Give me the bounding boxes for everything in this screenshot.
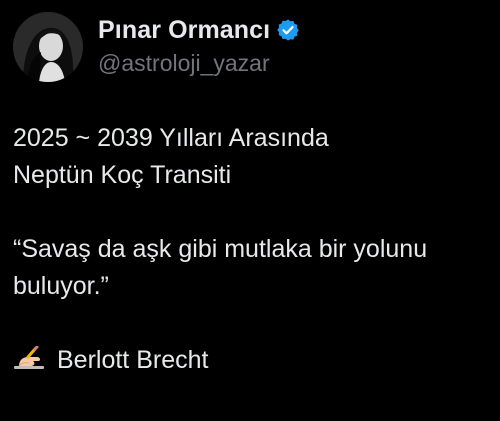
display-name[interactable]: Pınar Ormancı [98,16,270,45]
quote-line-1: “Savaş da aşk gibi mutlaka bir yolunu [13,235,428,263]
tweet-line-2: Neptün Koç Transiti [13,161,232,189]
quote-line-2: buluyor.” [13,272,109,300]
avatar-image [13,12,83,82]
user-handle[interactable]: @astroloji_yazar [98,50,300,77]
verified-badge-icon [276,18,300,42]
display-name-row: Pınar Ormancı [98,16,300,45]
signature-row: Berlott Brecht [13,342,493,379]
signature-text: Berlott Brecht [57,346,209,374]
tweet-line-1: 2025 ~ 2039 Yılları Arasında [13,124,329,152]
avatar[interactable] [13,12,83,82]
tweet-text: 2025 ~ 2039 Yılları Arasında Neptün Koç … [13,120,493,379]
author-names: Pınar Ormancı @astroloji_yazar [98,16,300,77]
tweet-header: Pınar Ormancı @astroloji_yazar [13,12,300,82]
writing-hand-icon [13,345,47,376]
